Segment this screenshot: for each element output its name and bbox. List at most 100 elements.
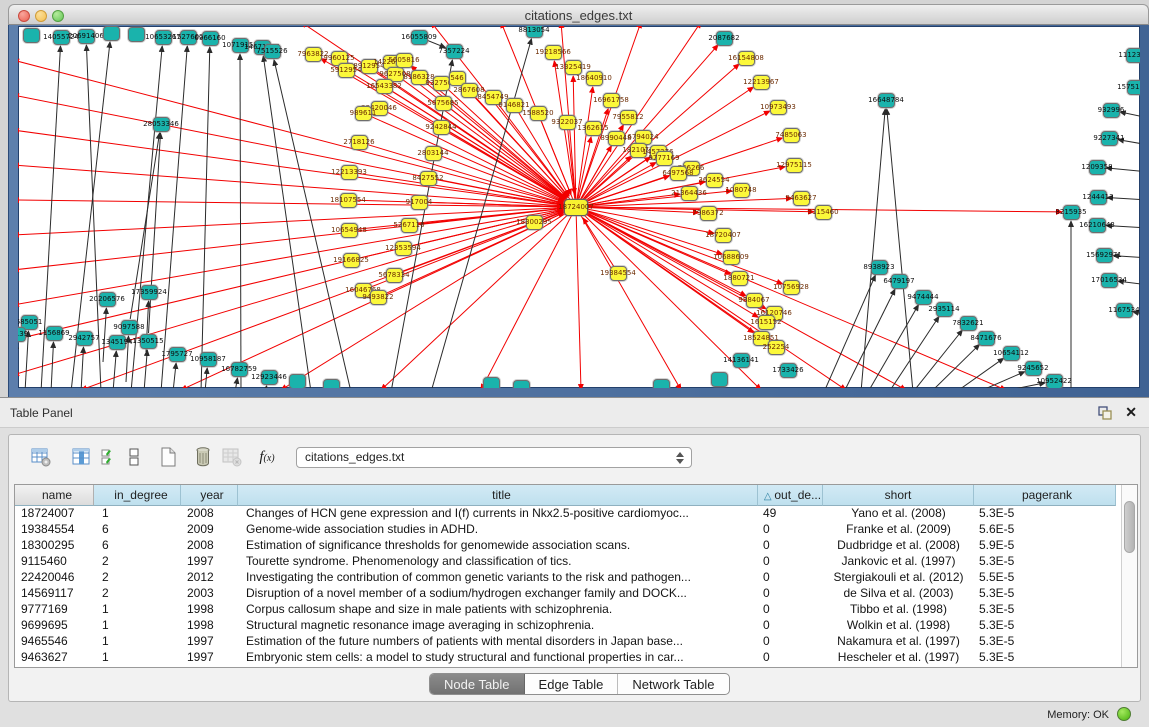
- network-node[interactable]: [370, 290, 387, 305]
- table-row[interactable]: 1830029562008Estimation of significance …: [15, 538, 1121, 554]
- network-node[interactable]: [783, 128, 800, 143]
- table-select-dropdown[interactable]: citations_edges.txt: [296, 447, 692, 468]
- table-cell[interactable]: 5.3E-5: [974, 554, 1116, 570]
- table-cell[interactable]: 1: [94, 602, 181, 618]
- table-cell[interactable]: Nakamura et al. (1997): [823, 634, 974, 650]
- network-node[interactable]: [425, 146, 442, 161]
- network-node[interactable]: [653, 379, 670, 389]
- table-cell[interactable]: 1: [94, 506, 181, 522]
- network-node[interactable]: [411, 195, 428, 210]
- table-cell[interactable]: Dudbridge et al. (2008): [823, 538, 974, 554]
- network-node[interactable]: [1101, 131, 1118, 146]
- table-cell[interactable]: 5.9E-5: [974, 538, 1116, 554]
- network-node[interactable]: [1063, 205, 1080, 220]
- table-cell[interactable]: 18724007: [15, 506, 94, 522]
- network-node[interactable]: [261, 370, 278, 385]
- network-node[interactable]: [746, 293, 763, 308]
- network-node[interactable]: [433, 76, 450, 91]
- table-row[interactable]: 1872400712008Changes of HCN gene express…: [15, 506, 1121, 522]
- network-node[interactable]: [1103, 103, 1120, 118]
- network-node[interactable]: [753, 331, 770, 346]
- network-node[interactable]: [461, 83, 478, 98]
- create-column-icon[interactable]: [156, 445, 180, 469]
- network-node[interactable]: [1096, 248, 1113, 263]
- table-row[interactable]: 946554611997Estimation of the future num…: [15, 634, 1121, 650]
- float-window-icon[interactable]: [1097, 405, 1113, 421]
- table-options-icon[interactable]: [29, 445, 53, 469]
- network-node[interactable]: [723, 250, 740, 265]
- network-node[interactable]: [485, 90, 502, 105]
- network-node[interactable]: [706, 173, 723, 188]
- network-node[interactable]: [656, 151, 673, 166]
- network-node[interactable]: [141, 285, 158, 300]
- select-rows-icon[interactable]: [98, 445, 122, 469]
- table-cell[interactable]: 0: [758, 554, 823, 570]
- table-cell[interactable]: Disruption of a novel member of a sodium…: [238, 586, 758, 602]
- network-node[interactable]: [46, 326, 63, 341]
- network-node[interactable]: [738, 51, 755, 66]
- table-cell[interactable]: Franke et al. (2009): [823, 522, 974, 538]
- table-cell[interactable]: 5.5E-5: [974, 570, 1116, 586]
- table-cell[interactable]: Genome-wide association studies in ADHD.: [238, 522, 758, 538]
- table-cell[interactable]: 6: [94, 522, 181, 538]
- table-cell[interactable]: 0: [758, 618, 823, 634]
- network-node[interactable]: [361, 59, 378, 74]
- table-cell[interactable]: 9115460: [15, 554, 94, 570]
- show-columns-icon[interactable]: [69, 445, 93, 469]
- table-cell[interactable]: 0: [758, 634, 823, 650]
- network-node[interactable]: [681, 186, 698, 201]
- table-cell[interactable]: 1997: [181, 634, 238, 650]
- network-node[interactable]: [770, 100, 787, 115]
- table-cell[interactable]: 1: [94, 618, 181, 634]
- network-node[interactable]: [371, 101, 388, 116]
- table-cell[interactable]: Estimation of the future numbers of pati…: [238, 634, 758, 650]
- table-cell[interactable]: 14569117: [15, 586, 94, 602]
- table-cell[interactable]: 2008: [181, 538, 238, 554]
- network-node[interactable]: [733, 183, 750, 198]
- column-header-short[interactable]: short: [823, 485, 974, 506]
- table-cell[interactable]: 18300295: [15, 538, 94, 554]
- network-node[interactable]: [411, 30, 428, 45]
- table-cell[interactable]: Investigating the contribution of common…: [238, 570, 758, 586]
- table-cell[interactable]: 9699695: [15, 618, 94, 634]
- column-header-in_degree[interactable]: in_degree: [94, 485, 181, 506]
- table-cell[interactable]: Structural magnetic resonance image aver…: [238, 618, 758, 634]
- network-node[interactable]: [1126, 48, 1141, 63]
- table-cell[interactable]: 1: [94, 650, 181, 666]
- network-node[interactable]: [1025, 361, 1042, 376]
- network-node[interactable]: [620, 110, 637, 125]
- network-node[interactable]: [783, 280, 800, 295]
- network-hub-node[interactable]: [564, 199, 588, 216]
- network-node[interactable]: [341, 223, 358, 238]
- table-cell[interactable]: 2: [94, 554, 181, 570]
- table-cell[interactable]: 9777169: [15, 602, 94, 618]
- network-node[interactable]: [1101, 273, 1118, 288]
- network-node[interactable]: [530, 106, 547, 121]
- network-node[interactable]: [200, 352, 217, 367]
- column-header-pagerank[interactable]: pagerank: [974, 485, 1116, 506]
- network-node[interactable]: [289, 374, 306, 389]
- network-node[interactable]: [610, 266, 627, 281]
- network-node[interactable]: [264, 44, 281, 59]
- network-node[interactable]: [1003, 346, 1020, 361]
- network-node[interactable]: [786, 158, 803, 173]
- table-cell[interactable]: 2008: [181, 506, 238, 522]
- table-cell[interactable]: 1998: [181, 602, 238, 618]
- network-node[interactable]: [603, 93, 620, 108]
- table-cell[interactable]: 2012: [181, 570, 238, 586]
- table-cell[interactable]: Yano et al. (2008): [823, 506, 974, 522]
- table-cell[interactable]: Embryonic stem cells: a model to study s…: [238, 650, 758, 666]
- network-node[interactable]: [753, 75, 770, 90]
- network-node[interactable]: [630, 143, 647, 158]
- network-node[interactable]: [446, 44, 463, 59]
- table-cell[interactable]: Estimation of significance thresholds fo…: [238, 538, 758, 554]
- network-node[interactable]: [1090, 190, 1107, 205]
- network-node[interactable]: [18, 327, 26, 342]
- network-node[interactable]: [435, 96, 452, 111]
- network-node[interactable]: [960, 316, 977, 331]
- network-node[interactable]: [23, 28, 40, 43]
- tab-node-table[interactable]: Node Table: [430, 674, 525, 695]
- network-node[interactable]: [871, 260, 888, 275]
- network-node[interactable]: [1089, 160, 1106, 175]
- table-cell[interactable]: Tibbo et al. (1998): [823, 602, 974, 618]
